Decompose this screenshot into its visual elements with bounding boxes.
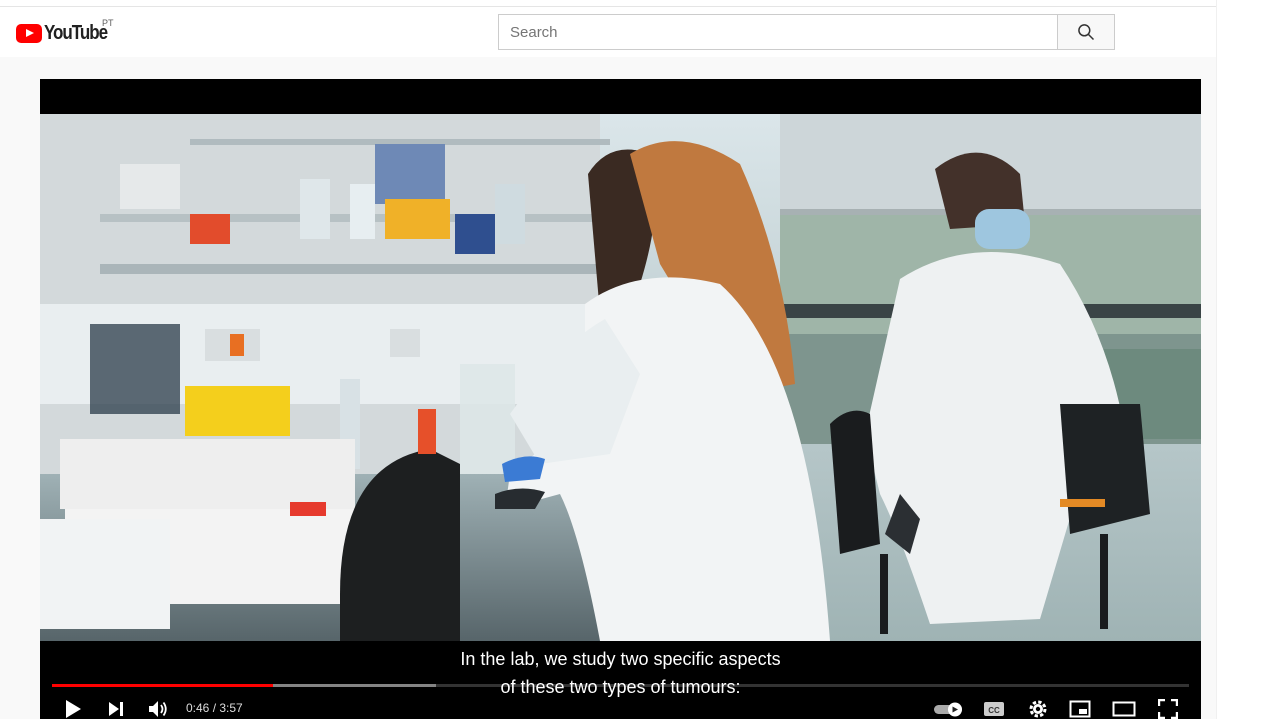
youtube-page: YouTube PT Search In the lab, we study t… (0, 0, 1279, 719)
captions-button[interactable]: CC (979, 697, 1009, 719)
next-icon (109, 702, 123, 716)
player-controls: 0:46 / 3:57 CC (40, 691, 1201, 719)
theater-icon (1112, 701, 1136, 717)
country-code: PT (102, 18, 114, 28)
search-input[interactable] (510, 23, 1058, 41)
search-button[interactable] (1057, 14, 1115, 50)
next-button[interactable] (101, 697, 131, 719)
search-icon (1078, 24, 1095, 41)
fullscreen-button[interactable] (1153, 697, 1183, 719)
time-display: 0:46 / 3:57 (186, 701, 243, 715)
youtube-logo[interactable]: YouTube PT (16, 18, 118, 44)
fullscreen-icon (1158, 699, 1178, 719)
autoplay-toggle-icon (934, 702, 962, 717)
miniplayer-icon (1069, 700, 1091, 718)
logo-wordmark: YouTube (44, 21, 108, 44)
autoplay-toggle[interactable] (932, 697, 966, 719)
video-frame[interactable] (40, 114, 1201, 641)
top-divider (0, 0, 1216, 7)
video-player[interactable]: In the lab, we study two specific aspect… (40, 79, 1201, 719)
volume-icon (149, 701, 167, 717)
theater-button[interactable] (1109, 697, 1139, 719)
captions-icon: CC (984, 702, 1004, 716)
svg-text:CC: CC (988, 706, 1000, 715)
settings-button[interactable] (1023, 697, 1053, 719)
page-gutter (1216, 0, 1279, 719)
progress-played (52, 684, 273, 687)
search-box (498, 14, 1058, 50)
volume-button[interactable] (144, 697, 174, 719)
miniplayer-button[interactable] (1065, 697, 1095, 719)
play-button[interactable] (58, 697, 88, 719)
settings-icon (1029, 700, 1047, 718)
caption-line-1: In the lab, we study two specific aspect… (460, 649, 781, 669)
video-scene (40, 114, 1201, 641)
youtube-play-icon (16, 23, 42, 43)
play-icon (66, 700, 81, 718)
progress-bar[interactable] (52, 684, 1189, 687)
